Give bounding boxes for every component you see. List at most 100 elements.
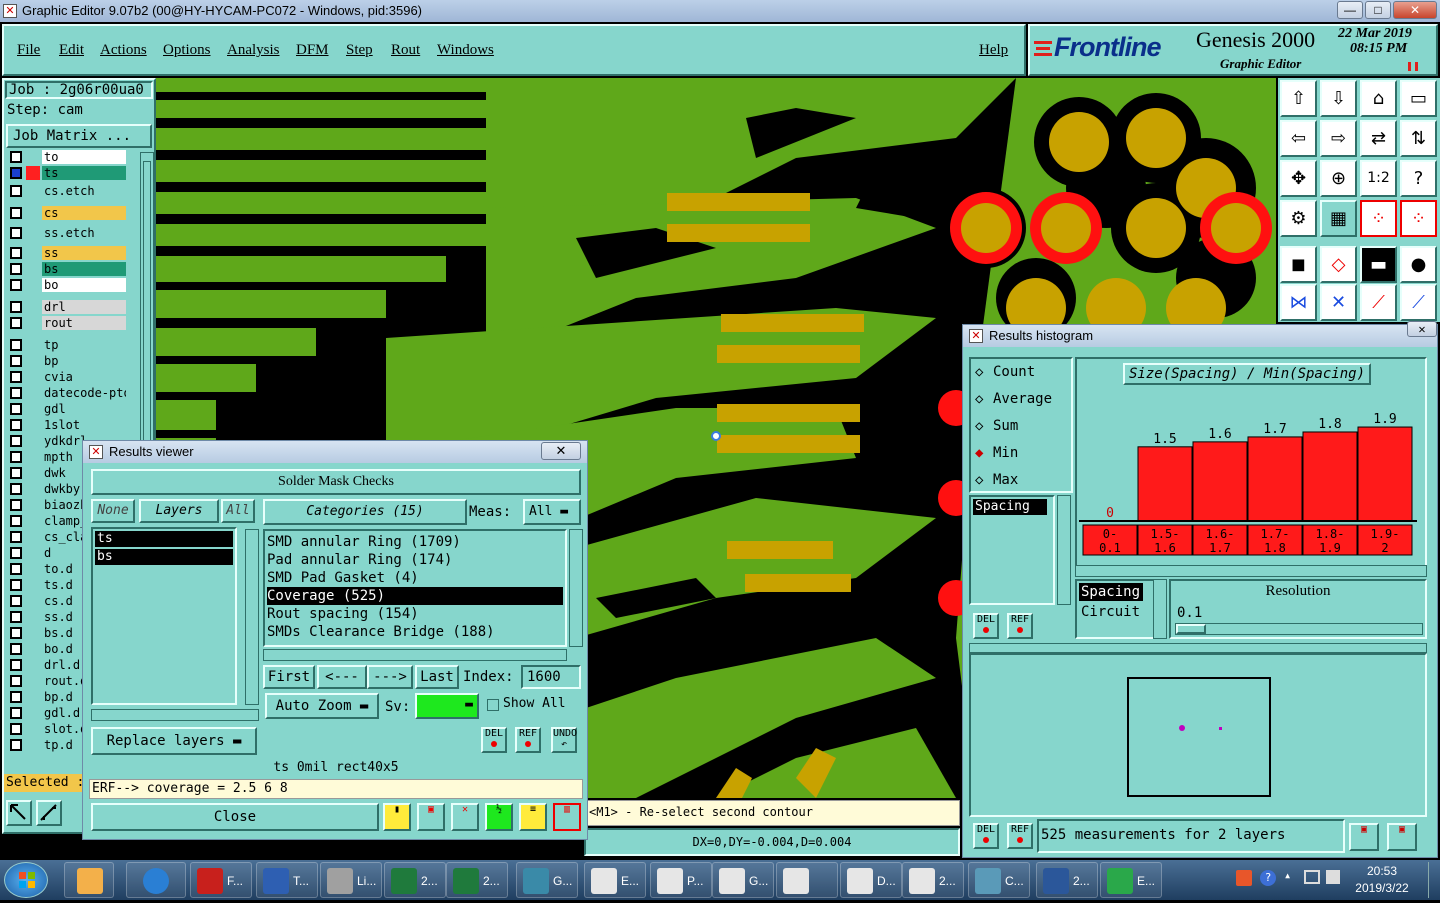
zoom-tool-button[interactable]: [6, 800, 32, 826]
taskbar-item[interactable]: F...: [190, 862, 252, 898]
layer-checkbox[interactable]: [10, 547, 22, 559]
layer-checkbox[interactable]: [10, 723, 22, 735]
tray-ime-icon[interactable]: [1326, 870, 1340, 884]
layer-row-rout[interactable]: rout: [10, 316, 128, 330]
notes-icon[interactable]: ≡: [519, 803, 547, 831]
taskbar-item[interactable]: P...: [650, 862, 712, 898]
layer-checkbox[interactable]: [10, 531, 22, 543]
layer-row-ts[interactable]: ts: [10, 166, 128, 180]
cross-icon[interactable]: ✕: [1320, 284, 1357, 321]
category-item[interactable]: SMD annular Ring (1709): [267, 533, 563, 551]
list-item[interactable]: bs: [95, 549, 233, 565]
menu-step[interactable]: Step: [346, 42, 373, 59]
circle-icon[interactable]: ●: [1400, 246, 1437, 283]
mode-min[interactable]: ◆ Min: [971, 440, 1071, 467]
list-item[interactable]: ts: [95, 531, 233, 547]
categories-scrollbar[interactable]: [569, 529, 583, 647]
swap-icon[interactable]: ⇅: [1400, 120, 1437, 157]
layer-checkbox[interactable]: [10, 317, 22, 329]
layer-row-cvia[interactable]: cvia: [10, 370, 128, 384]
mode-count[interactable]: ◇ Count: [971, 359, 1071, 386]
category-item[interactable]: Pad annular Ring (174): [267, 551, 563, 569]
histogram-icon[interactable]: ▥: [553, 803, 581, 831]
category-item[interactable]: Rout spacing (154): [267, 605, 563, 623]
mode-max[interactable]: ◇ Max: [971, 467, 1071, 494]
layer-checkbox[interactable]: [10, 691, 22, 703]
help-icon[interactable]: ?: [1400, 160, 1437, 197]
window-icon[interactable]: ▭: [1400, 80, 1437, 117]
save-icon[interactable]: ▣: [417, 803, 445, 831]
show-all-checkbox[interactable]: [487, 699, 499, 711]
taskbar-item[interactable]: G...: [712, 862, 774, 898]
menu-help[interactable]: Help: [979, 42, 1008, 59]
taskbar-item[interactable]: 2...: [1036, 862, 1098, 898]
taskbar-item[interactable]: D...: [840, 862, 902, 898]
mode-sum[interactable]: ◇ Sum: [971, 413, 1071, 440]
menu-dfm[interactable]: DFM: [296, 42, 329, 59]
grid-icon[interactable]: ▦: [1320, 200, 1357, 237]
zoom-result-icon[interactable]: ▣: [1349, 823, 1379, 851]
ref-icon[interactable]: REF: [1007, 613, 1033, 639]
layer-checkbox[interactable]: [10, 403, 22, 415]
close-button[interactable]: Close: [91, 803, 379, 831]
menu-options[interactable]: Options: [163, 42, 211, 59]
measure-tool-button[interactable]: [36, 800, 62, 826]
clock-time[interactable]: 20:53: [1352, 864, 1412, 878]
categories-hscrollbar[interactable]: [263, 649, 567, 661]
layer-checkbox[interactable]: [10, 387, 22, 399]
home-icon[interactable]: ⌂: [1360, 80, 1397, 117]
layer-checkbox[interactable]: [10, 579, 22, 591]
layer-checkbox[interactable]: [10, 207, 22, 219]
layer-row-cs-etch[interactable]: cs.etch: [10, 184, 128, 198]
layer-checkbox[interactable]: [10, 515, 22, 527]
meas-select[interactable]: All ▬: [523, 499, 581, 525]
histogram-bar[interactable]: [1302, 431, 1358, 522]
histogram-bar[interactable]: [1137, 446, 1193, 522]
histogram-bar[interactable]: [1357, 426, 1413, 522]
histogram-titlebar[interactable]: ✕ Results histogram: [963, 325, 1437, 347]
category-item-selected[interactable]: Coverage (525): [267, 587, 563, 605]
layer-checkbox[interactable]: [10, 643, 22, 655]
list-item[interactable]: Spacing: [1079, 583, 1143, 601]
menu-file[interactable]: File: [17, 42, 40, 59]
layer-checkbox[interactable]: [10, 185, 22, 197]
tray-help-icon[interactable]: ?: [1260, 870, 1276, 886]
layer-checkbox[interactable]: [10, 659, 22, 671]
layer-checkbox[interactable]: [10, 419, 22, 431]
undo-icon[interactable]: UNDO ↶: [551, 727, 577, 753]
layer-row-ss-etch[interactable]: ss.etch: [10, 226, 128, 240]
move-right-icon[interactable]: ⇨: [1320, 120, 1357, 157]
layer-row-drl[interactable]: drl: [10, 300, 128, 314]
layer-row-1slot[interactable]: 1slot: [10, 418, 128, 432]
layer-row-cs[interactable]: cs: [10, 206, 128, 220]
job-matrix-button[interactable]: Job Matrix ...: [6, 124, 152, 148]
tray-s-icon[interactable]: [1236, 870, 1252, 886]
menu-windows[interactable]: Windows: [437, 42, 494, 59]
layer-checkbox[interactable]: [10, 563, 22, 575]
layer-checkbox[interactable]: [10, 371, 22, 383]
sv-color-select[interactable]: ▬: [415, 693, 479, 719]
add-pad-icon[interactable]: ◼: [1280, 246, 1317, 283]
line-select-icon[interactable]: ⟋: [1400, 284, 1437, 321]
layers-scrollbar[interactable]: [245, 529, 259, 705]
layer-checkbox[interactable]: [10, 355, 22, 367]
ref-icon[interactable]: REF: [1007, 823, 1033, 849]
layer-checkbox[interactable]: [10, 739, 22, 751]
taskbar-item[interactable]: [776, 862, 838, 898]
first-button[interactable]: First: [263, 665, 315, 689]
layer-row-bp[interactable]: bp: [10, 354, 128, 368]
layer-checkbox[interactable]: [10, 167, 22, 179]
menu-rout[interactable]: Rout: [391, 42, 420, 59]
list-item[interactable]: Circuit: [1077, 603, 1159, 621]
layer-checkbox[interactable]: [10, 339, 22, 351]
layer-checkbox[interactable]: [10, 263, 22, 275]
show-desktop-button[interactable]: [1428, 862, 1438, 898]
layer-row-bo[interactable]: bo: [10, 278, 128, 292]
layer-checkbox[interactable]: [10, 595, 22, 607]
next-button[interactable]: --->: [367, 665, 413, 689]
histogram-bar[interactable]: [1192, 441, 1248, 522]
maximize-button[interactable]: □: [1365, 1, 1391, 19]
taskbar-shell-icon[interactable]: [64, 862, 114, 898]
taskbar-item[interactable]: G...: [516, 862, 578, 898]
del-icon[interactable]: DEL: [973, 613, 999, 639]
